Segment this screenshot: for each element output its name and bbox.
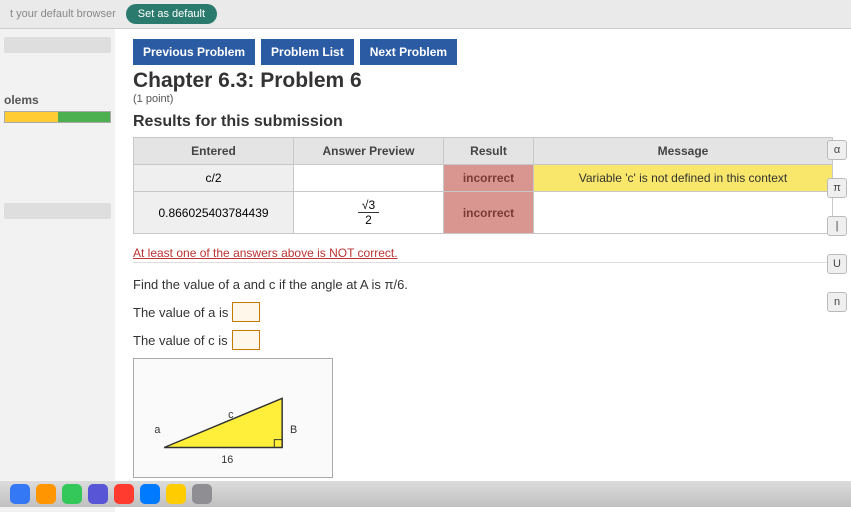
prev-problem-button[interactable]: Previous Problem — [133, 39, 255, 65]
dock — [0, 481, 851, 507]
table-row: c/2 incorrect Variable 'c' is not define… — [134, 165, 833, 192]
sidebar: olems — [0, 29, 115, 512]
key-pi[interactable]: π — [827, 178, 847, 198]
key-union[interactable]: U — [827, 254, 847, 274]
answer-c-label: The value of c is — [133, 333, 228, 348]
answer-a-input[interactable] — [232, 302, 260, 322]
cell-preview: √3 2 — [294, 192, 444, 234]
dock-app-icon[interactable] — [166, 484, 186, 504]
fraction-num: √3 — [358, 198, 379, 213]
cell-message: Variable 'c' is not defined in this cont… — [534, 165, 833, 192]
dock-app-icon[interactable] — [88, 484, 108, 504]
answer-c-row: The value of c is — [133, 330, 833, 350]
fraction-den: 2 — [358, 213, 379, 227]
cell-entered: c/2 — [134, 165, 294, 192]
answer-a-row: The value of a is — [133, 302, 833, 322]
dock-app-icon[interactable] — [114, 484, 134, 504]
sidebar-placeholder — [4, 37, 111, 53]
points-label: (1 point) — [133, 93, 833, 105]
header-entered: Entered — [134, 138, 294, 165]
problem-list-button[interactable]: Problem List — [261, 39, 354, 65]
dock-app-icon[interactable] — [62, 484, 82, 504]
cell-entered: 0.866025403784439 — [134, 192, 294, 234]
table-header-row: Entered Answer Preview Result Message — [134, 138, 833, 165]
dock-app-icon[interactable] — [140, 484, 160, 504]
label-a: a — [154, 424, 160, 436]
results-table: Entered Answer Preview Result Message c/… — [133, 137, 833, 234]
triangle-figure: a c B 16 — [133, 358, 333, 478]
page-title: Chapter 6.3: Problem 6 — [133, 69, 833, 93]
cell-message — [534, 192, 833, 234]
header-preview: Answer Preview — [294, 138, 444, 165]
question-text: Find the value of a and c if the angle a… — [133, 277, 833, 292]
browser-default-bar: t your default browser Set as default — [0, 0, 851, 29]
answer-a-label: The value of a is — [133, 305, 228, 320]
label-c: c — [228, 409, 234, 421]
dock-app-icon[interactable] — [36, 484, 56, 504]
main-content: Previous Problem Problem List Next Probl… — [115, 29, 851, 512]
results-heading: Results for this submission — [133, 113, 833, 131]
set-default-button[interactable]: Set as default — [126, 4, 217, 24]
key-alpha[interactable]: α — [827, 140, 847, 160]
cell-preview — [294, 165, 444, 192]
key-bar[interactable]: | — [827, 216, 847, 236]
next-problem-button[interactable]: Next Problem — [360, 39, 457, 65]
progress-bar — [4, 111, 111, 123]
header-message: Message — [534, 138, 833, 165]
warning-text: At least one of the answers above is NOT… — [133, 244, 833, 263]
label-base: 16 — [221, 454, 233, 466]
key-n[interactable]: n — [827, 292, 847, 312]
header-result: Result — [444, 138, 534, 165]
answer-c-input[interactable] — [232, 330, 260, 350]
label-B: B — [290, 424, 297, 436]
sidebar-label: olems — [4, 93, 111, 107]
table-row: 0.866025403784439 √3 2 incorrect — [134, 192, 833, 234]
browser-hint: t your default browser — [10, 8, 116, 20]
symbol-palette: α π | U n — [827, 140, 847, 312]
dock-app-icon[interactable] — [10, 484, 30, 504]
cell-result: incorrect — [444, 192, 534, 234]
problem-nav: Previous Problem Problem List Next Probl… — [133, 39, 833, 65]
sidebar-placeholder-2 — [4, 203, 111, 219]
cell-result: incorrect — [444, 165, 534, 192]
dock-app-icon[interactable] — [192, 484, 212, 504]
